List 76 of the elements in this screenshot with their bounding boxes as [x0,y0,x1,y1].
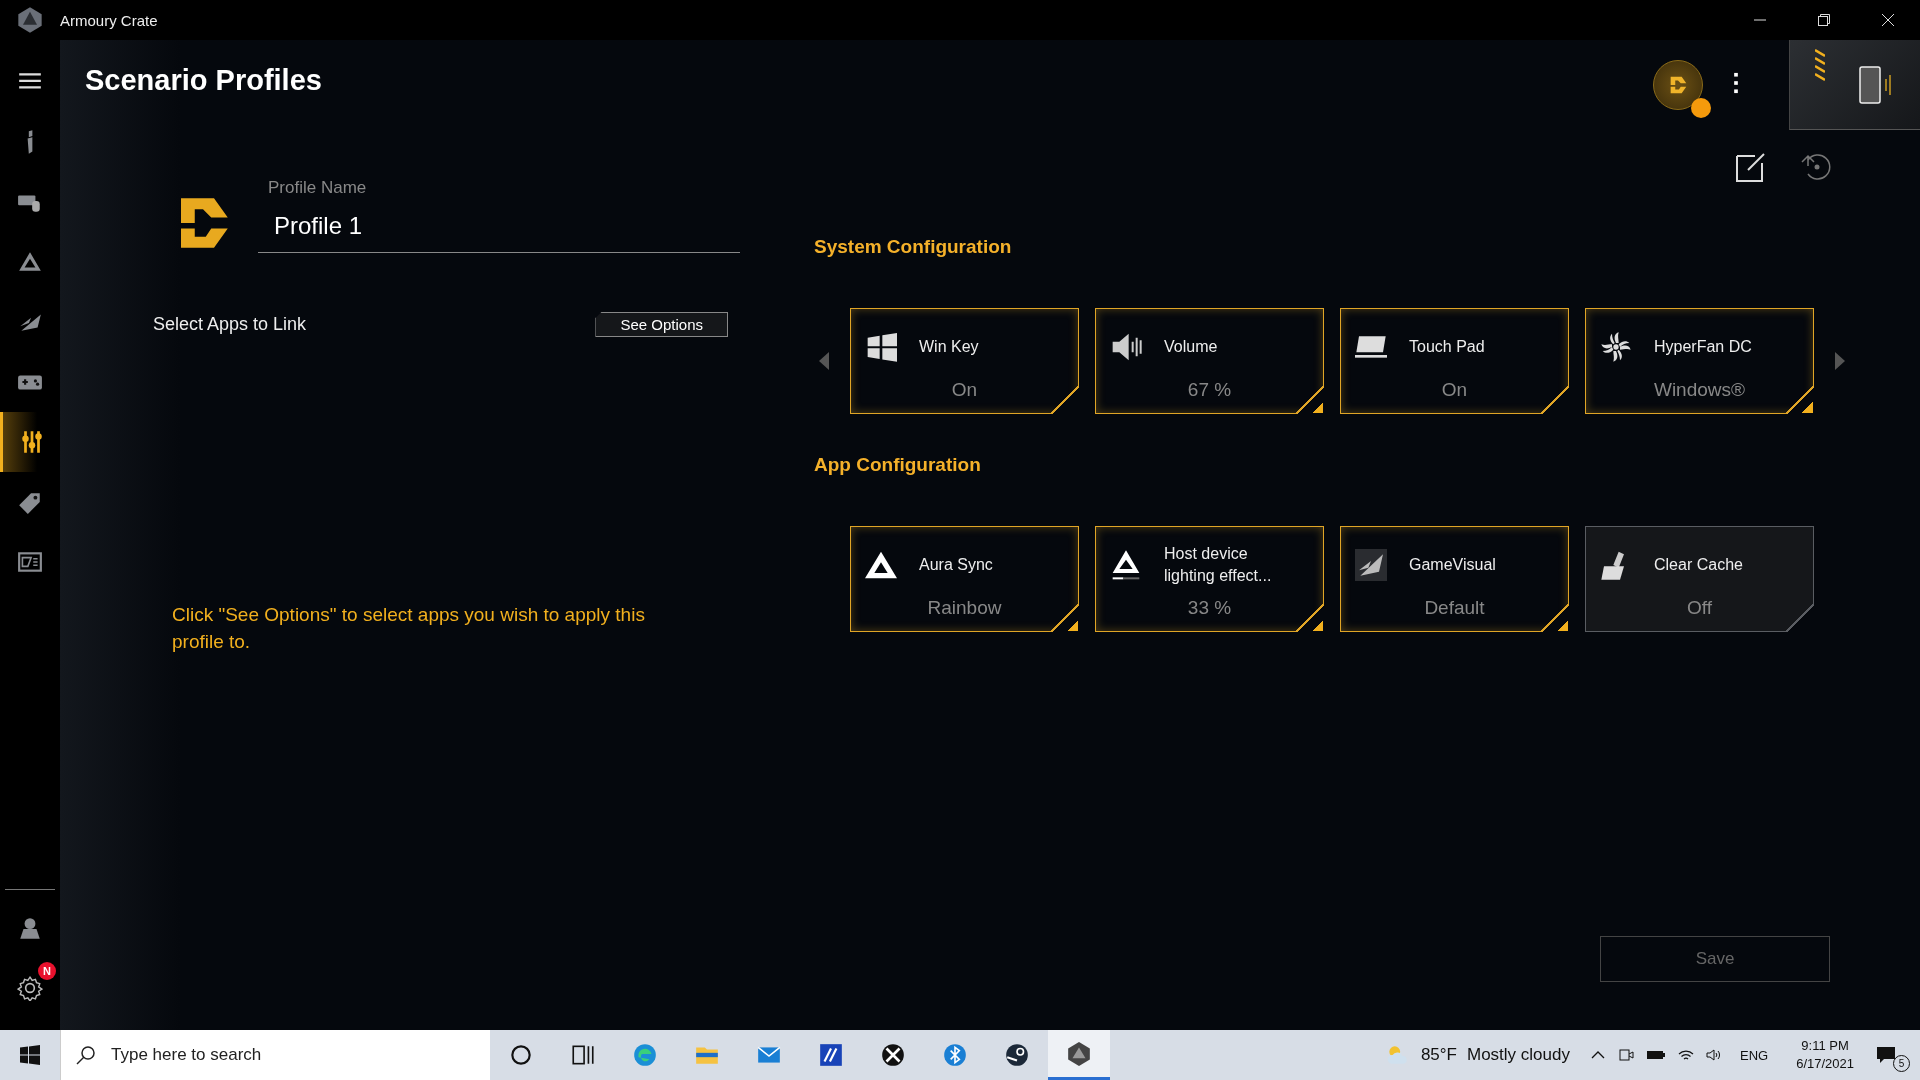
profile-avatar[interactable] [1653,60,1703,110]
edit-icon[interactable] [1736,152,1766,182]
user-icon [17,915,43,941]
config-card[interactable]: GameVisual Default [1340,526,1569,632]
card-title: Clear Cache [1654,555,1744,575]
start-icon[interactable] [20,1045,40,1065]
config-card[interactable]: Aura Sync Rainbow [850,526,1079,632]
speaker-icon [1110,331,1142,363]
browser-icon [632,1042,658,1068]
app-logo-icon [16,6,44,34]
xbox-icon [880,1042,906,1068]
clock[interactable]: 9:11 PM 6/17/2021 [1796,1037,1854,1073]
connect-icon [942,1042,968,1068]
message-icon [1876,1045,1896,1065]
fan-icon [1600,331,1632,363]
card-title: HyperFan DC [1654,337,1753,357]
info-icon [26,129,34,155]
card-value: Rainbow [927,597,1002,619]
kebab-menu-icon[interactable] [1733,72,1739,94]
notification-badge: N [38,962,56,980]
card-title: GameVisual [1409,555,1497,575]
card-value: 33 % [1187,597,1232,619]
config-card[interactable]: Win Key On [850,308,1079,414]
notification-count: 5 [1893,1055,1910,1072]
field-label: Profile Name [268,178,368,198]
clock-time: 9:11 PM [1801,1037,1849,1055]
triangle-icon [865,549,897,581]
card-title: Volume [1164,337,1219,357]
close-icon[interactable] [1882,14,1894,26]
card-value: On [951,379,978,401]
language-indicator[interactable]: ENG [1740,1047,1769,1063]
see-options-button[interactable]: See Options [595,312,728,337]
triangle-icon [1110,549,1142,581]
config-card[interactable]: Touch Pad On [1340,308,1569,414]
page-title: Scenario Profiles [85,64,322,97]
app-icon [818,1042,844,1068]
slash-icon [1355,549,1387,581]
settings-icon [17,975,43,1001]
card-title: Win Key [919,337,980,357]
card-value: Off [1687,597,1712,619]
profile-name-field[interactable]: Profile 1 [258,206,740,253]
weather-condition: Mostly cloudy [1467,1045,1570,1065]
card-value: Windows® [1653,379,1746,401]
card-title: Host device lighting effect... [1164,544,1273,586]
card-title: Touch Pad [1409,337,1486,357]
device-panel[interactable] [1789,40,1920,130]
config-card[interactable]: Clear Cache Off [1585,526,1814,632]
news-icon [17,549,43,575]
app-logo-icon [1066,1040,1092,1067]
weather-widget[interactable]: 85°F Mostly cloudy [1384,1042,1570,1068]
temperature: 85°F [1420,1045,1457,1065]
card-title: Aura Sync [919,555,994,575]
camera-icon[interactable] [1618,1047,1634,1063]
window-title: Armoury Crate [60,11,158,29]
windows-icon [865,331,897,363]
sidebar-item[interactable]: N [0,958,60,1018]
config-card[interactable]: Volume 67 % [1095,308,1324,414]
more-badge [1691,98,1711,118]
section-label: Select Apps to Link [153,314,307,335]
hint-text: Click "See Options" to select apps you wish to apply this profile to. [172,603,646,654]
section-title: System Configuration [814,236,1013,258]
stripes-icon [1815,46,1825,82]
card-value: Default [1424,597,1485,619]
config-card[interactable]: HyperFan DC Windows® [1585,308,1814,414]
speaker-icon[interactable] [1706,1047,1722,1063]
section-title: App Configuration [814,454,982,476]
clock-date: 6/17/2021 [1796,1055,1854,1073]
search-field[interactable]: Type here to search [60,1030,490,1080]
taskbar-app[interactable] [1048,1030,1110,1080]
config-card[interactable]: Host device lighting effect... 33 % [1095,526,1324,632]
card-value: 67 % [1187,379,1232,401]
search-icon [76,1045,96,1065]
cortana-icon [508,1042,534,1068]
steam-icon [1004,1042,1030,1068]
card-value: On [1441,379,1468,401]
restore-icon[interactable] [1818,14,1830,26]
